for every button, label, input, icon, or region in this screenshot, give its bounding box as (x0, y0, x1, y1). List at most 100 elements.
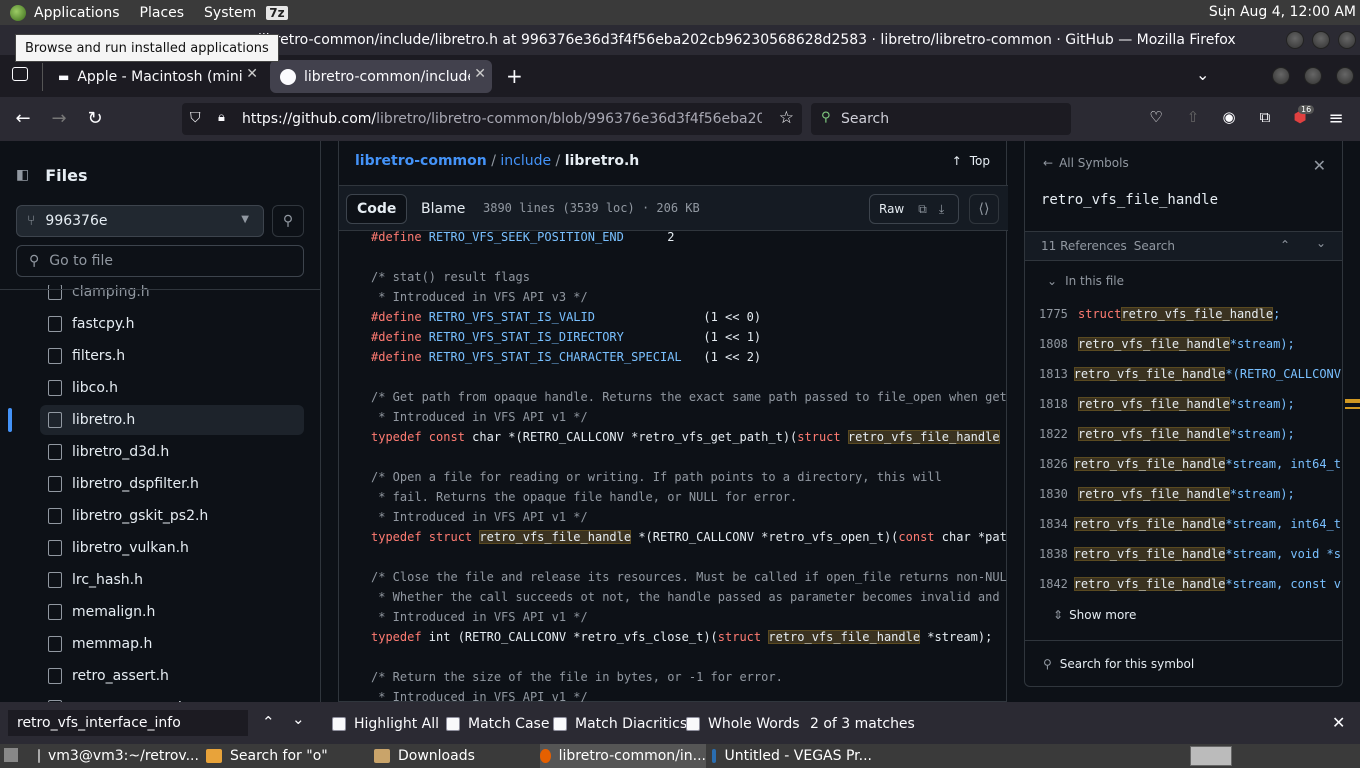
reference-row[interactable]: 1834 retro_vfs_file_handle *stream, int64… (1039, 509, 1341, 539)
reference-row[interactable]: 1822 retro_vfs_file_handle *stream); (1039, 419, 1341, 449)
account-icon[interactable]: ◉ (1218, 108, 1240, 126)
tabstrip-maximize-icon[interactable] (1304, 67, 1322, 85)
highlight-all-checkbox[interactable]: Highlight All (332, 716, 439, 732)
tab-close-icon[interactable]: ✕ (474, 66, 486, 82)
list-all-tabs-icon[interactable]: ⌄ (1196, 65, 1209, 84)
chevron-up-icon[interactable]: ⌃ (1280, 238, 1290, 252)
tab-code[interactable]: Code (346, 194, 408, 224)
file-item[interactable]: libretro_vulkan.h (40, 533, 304, 563)
raw-button[interactable]: Raw (879, 202, 904, 216)
reference-row[interactable]: 1808 retro_vfs_file_handle *stream); (1039, 329, 1341, 359)
reference-row[interactable]: 1830 retro_vfs_file_handle *stream); (1039, 479, 1341, 509)
find-next-icon[interactable]: ⌄ (292, 710, 305, 728)
reload-icon[interactable]: ↻ (84, 108, 106, 129)
task-vegas[interactable]: Untitled - VEGAS Pr... (712, 744, 872, 768)
symbol-highlight[interactable]: retro_vfs_file_handle (768, 630, 921, 644)
in-this-file-label: In this file (1065, 274, 1125, 288)
hamburger-menu-icon[interactable]: ≡ (1325, 108, 1347, 129)
back-icon[interactable]: ← (12, 108, 34, 129)
task-search[interactable]: Search for "o" (206, 744, 366, 768)
references-search-button[interactable]: Search (1134, 239, 1175, 253)
search-tool-icon (206, 749, 222, 763)
file-item[interactable]: filters.h (40, 341, 304, 371)
match-case-checkbox[interactable]: Match Case (446, 716, 549, 732)
file-tree: clamping.h fastcpy.h filters.h libco.h libr… (0, 285, 321, 702)
file-item[interactable]: fastcpy.h (40, 309, 304, 339)
lock-icon[interactable]: 🔒︎ (218, 110, 225, 125)
task-downloads[interactable]: Downloads (374, 744, 534, 768)
search-for-symbol-button[interactable]: ⚲ Search for this symbol (1025, 640, 1342, 686)
top-button[interactable]: ↑ Top (952, 154, 990, 168)
go-to-file-input[interactable]: ⚲ Go to file (16, 245, 304, 277)
file-item[interactable]: memmap.h (40, 629, 304, 659)
reference-row[interactable]: 1838 retro_vfs_file_handle *stream, void … (1039, 539, 1341, 569)
code-line: typedef struct retro_vfs_file_handle *(R… (371, 527, 1007, 547)
match-diacritics-checkbox[interactable]: Match Diacritics (553, 716, 687, 732)
download-icon[interactable]: ⤓ (939, 202, 944, 217)
maximize-icon[interactable] (1312, 31, 1330, 49)
file-item[interactable]: libretro_gskit_ps2.h (40, 501, 304, 531)
menu-system[interactable]: System (204, 5, 256, 21)
breadcrumb-repo-link[interactable]: libretro-common (355, 153, 487, 169)
tabstrip-close-icon[interactable] (1336, 67, 1354, 85)
file-item[interactable]: libretro.h (40, 405, 304, 435)
whole-words-checkbox[interactable]: Whole Words (686, 716, 800, 732)
file-item[interactable]: memalign.h (40, 597, 304, 627)
chevron-down-icon[interactable]: ⌄ (1316, 236, 1326, 250)
task-firefox[interactable]: libretro-common/in... (540, 744, 706, 768)
file-item[interactable]: retro_assert.h (40, 661, 304, 691)
collapse-sidebar-icon[interactable]: ◧ (16, 159, 29, 191)
menu-places[interactable]: Places (140, 5, 185, 21)
workspace-switcher-icon[interactable] (1190, 746, 1232, 766)
applications-logo-icon[interactable] (10, 4, 26, 21)
find-previous-icon[interactable]: ⌃ (262, 713, 275, 731)
code-line: * Whether the call succeeds ot not, the … (371, 587, 1007, 607)
reference-line-number: 1838 (1039, 547, 1068, 561)
clock[interactable]: Sun Aug 4, 12:00 AM (1209, 4, 1356, 20)
new-tab-icon[interactable]: + (506, 64, 523, 88)
in-this-file-toggle[interactable]: ⌄ In this file (1047, 274, 1124, 288)
show-more-button[interactable]: ⇕ Show more (1053, 608, 1136, 622)
tracking-shield-icon[interactable]: ⛉ (190, 110, 201, 126)
symbols-panel-button[interactable]: ⟨⟩ (969, 194, 999, 224)
tab-list-icon[interactable] (12, 67, 28, 81)
url-text[interactable]: https://github.com/libretro/libretro-com… (242, 111, 762, 127)
bookmark-star-icon[interactable]: ☆ (779, 108, 794, 128)
branch-select[interactable]: ⑂ 996376e ▼ (16, 205, 264, 237)
archive-manager-icon[interactable]: 7z (266, 5, 288, 20)
search-files-button[interactable]: ⚲ (272, 205, 304, 237)
all-symbols-button[interactable]: ← All Symbols (1043, 156, 1129, 170)
close-window-icon[interactable] (1338, 31, 1356, 49)
reference-row[interactable]: 1826 retro_vfs_file_handle *stream, int64… (1039, 449, 1341, 479)
tabstrip-minimize-icon[interactable] (1272, 67, 1290, 85)
close-find-bar-icon[interactable]: ✕ (1332, 713, 1345, 732)
tab-blame[interactable]: Blame (411, 194, 475, 224)
pocket-icon[interactable]: ♡ (1145, 108, 1167, 126)
file-item[interactable]: libco.h (40, 373, 304, 403)
forward-icon[interactable]: → (48, 108, 70, 129)
reference-row[interactable]: 1813 retro_vfs_file_handle *(RETRO_CALLCO… (1039, 359, 1341, 389)
reference-row[interactable]: 1775 struct retro_vfs_file_handle; (1039, 299, 1341, 329)
search-input[interactable]: ⚲ Search (811, 103, 1071, 135)
copy-icon[interactable]: ⧉ (918, 202, 927, 217)
show-desktop-icon[interactable] (4, 748, 18, 762)
tab-libretro[interactable]: libretro-common/include/libretro.h ✕ (270, 60, 492, 93)
extensions-icon[interactable]: ⧉ (1254, 108, 1276, 126)
menu-applications[interactable]: Applications (34, 5, 120, 21)
minimize-icon[interactable] (1286, 31, 1304, 49)
reference-row[interactable]: 1818 retro_vfs_file_handle *stream); (1039, 389, 1341, 419)
symbol-highlight[interactable]: retro_vfs_file_handle (479, 530, 632, 544)
task-terminal[interactable]: vm3@vm3:~/retrov... (38, 744, 198, 768)
file-item[interactable]: lrc_hash.h (40, 565, 304, 595)
find-input[interactable] (8, 710, 248, 736)
file-item[interactable]: libretro_dspfilter.h (40, 469, 304, 499)
file-item[interactable]: retro_common.h (40, 693, 304, 702)
close-icon[interactable]: ✕ (1313, 156, 1326, 175)
reference-row[interactable]: 1842 retro_vfs_file_handle *stream, const… (1039, 569, 1341, 599)
tab-minivmac[interactable]: ▬ Apple - Macintosh (minivmac) ✕ (48, 60, 264, 93)
file-item[interactable]: libretro_d3d.h (40, 437, 304, 467)
url-bar[interactable]: ⛉ 🔒︎ https://github.com/libretro/libretr… (182, 103, 802, 135)
symbol-highlight[interactable]: retro_vfs_file_handle (847, 430, 1000, 444)
breadcrumb-folder-link[interactable]: include (500, 153, 551, 169)
tab-close-icon[interactable]: ✕ (246, 66, 258, 82)
